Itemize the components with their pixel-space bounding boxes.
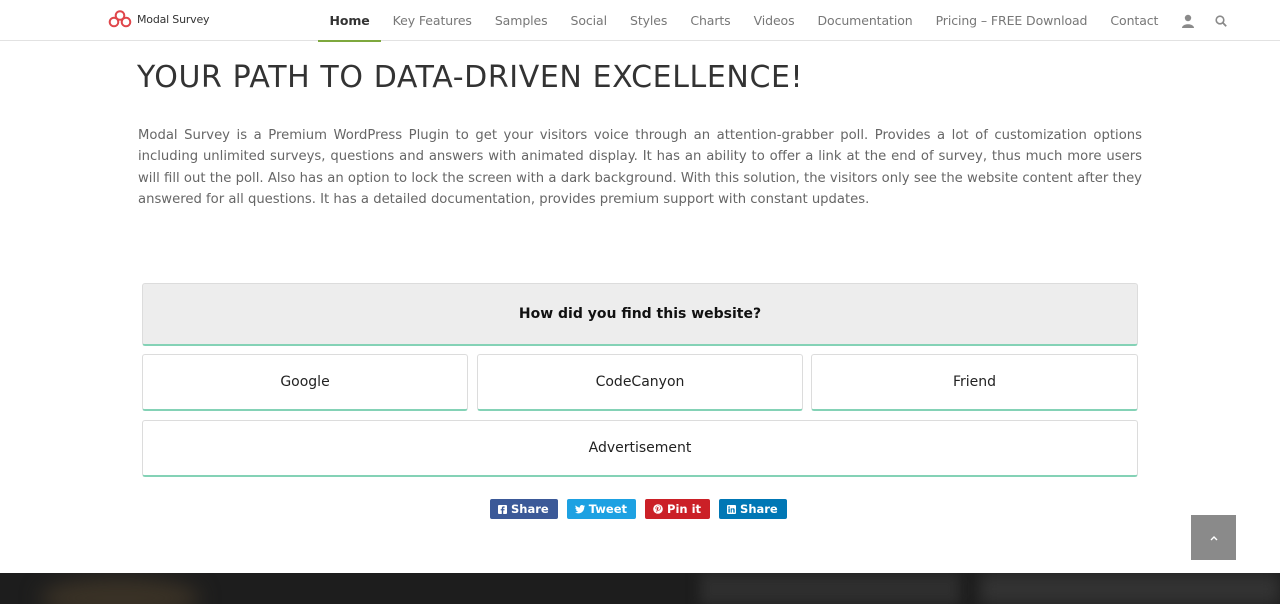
page-title: YOUR PATH TO DATA-DRIVEN EXCELLENCE! — [137, 60, 804, 95]
survey-question: How did you find this website? — [142, 283, 1138, 346]
intro-paragraph: Modal Survey is a Premium WordPress Plug… — [138, 128, 1142, 207]
footer-image-strip — [0, 573, 1280, 604]
logo[interactable]: Modal Survey — [108, 10, 210, 28]
nav-item-samples[interactable]: Samples — [483, 0, 559, 41]
share-bar: Share Tweet Pin it Share — [490, 499, 787, 519]
nav-item-documentation[interactable]: Documentation — [806, 0, 924, 41]
pinterest-pin-button[interactable]: Pin it — [645, 499, 711, 519]
share-label: Share — [740, 502, 778, 516]
logo-icon — [108, 10, 132, 28]
pinterest-icon — [653, 504, 663, 514]
nav-item-styles[interactable]: Styles — [619, 0, 679, 41]
nav-item-charts[interactable]: Charts — [679, 0, 742, 41]
share-label: Share — [511, 502, 549, 516]
answer-google[interactable]: Google — [142, 354, 468, 411]
nav-item-contact[interactable]: Contact — [1099, 0, 1170, 41]
chevron-up-icon — [1210, 535, 1217, 540]
tweet-label: Tweet — [588, 502, 628, 516]
twitter-icon — [574, 504, 585, 513]
search-icon[interactable] — [1206, 0, 1236, 41]
scroll-to-top-button[interactable] — [1191, 515, 1236, 560]
twitter-tweet-button[interactable]: Tweet — [566, 499, 637, 519]
answer-codecanyon[interactable]: CodeCanyon — [477, 354, 803, 411]
site-header: Modal Survey Home Key Features Samples S… — [0, 0, 1280, 42]
user-icon[interactable] — [1170, 0, 1206, 41]
nav-item-videos[interactable]: Videos — [742, 0, 806, 41]
linkedin-icon — [727, 504, 737, 514]
main-nav: Home Key Features Samples Social Styles … — [318, 0, 1236, 42]
facebook-icon — [498, 504, 507, 514]
logo-text: Modal Survey — [137, 12, 210, 26]
nav-item-key-features[interactable]: Key Features — [381, 0, 483, 41]
facebook-share-button[interactable]: Share — [490, 499, 558, 519]
linkedin-share-button[interactable]: Share — [719, 499, 787, 519]
answer-friend[interactable]: Friend — [811, 354, 1138, 411]
answer-advertisement[interactable]: Advertisement — [142, 420, 1138, 477]
nav-item-social[interactable]: Social — [559, 0, 618, 41]
pin-label: Pin it — [667, 502, 702, 516]
nav-item-home[interactable]: Home — [318, 0, 382, 42]
nav-item-pricing[interactable]: Pricing – FREE Download — [924, 0, 1099, 41]
